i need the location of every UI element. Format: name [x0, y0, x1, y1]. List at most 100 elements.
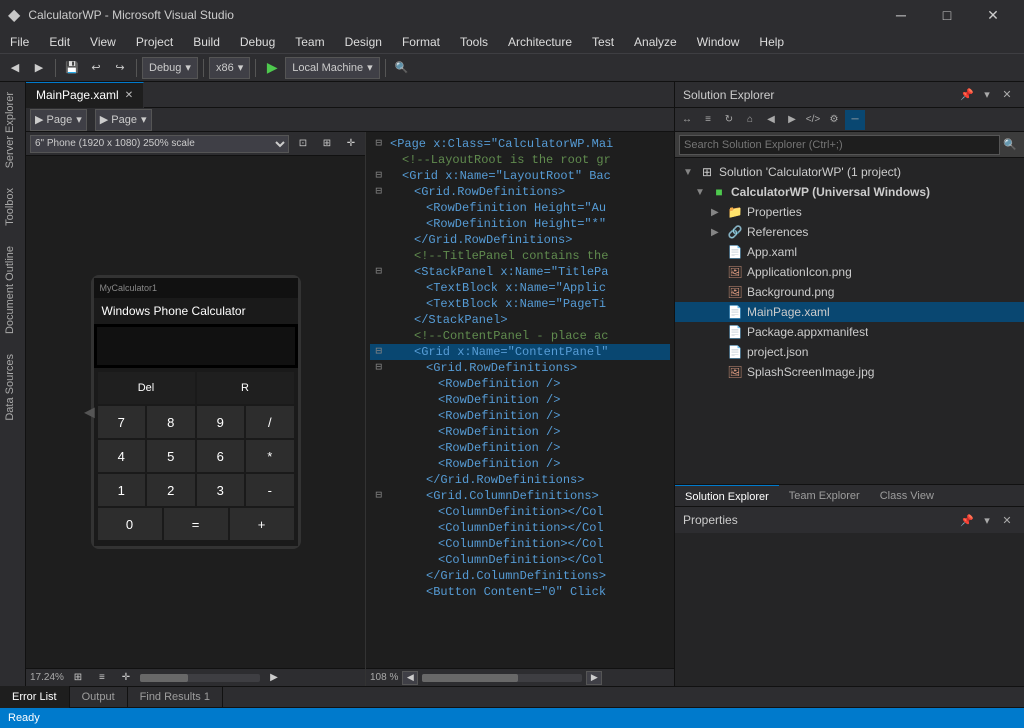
error-list-tab[interactable]: Error List — [0, 686, 70, 708]
phone-4-button[interactable]: 4 — [98, 440, 146, 472]
se-back-btn[interactable]: ◀ — [761, 110, 781, 130]
design-grid-view-btn[interactable]: ⊞ — [68, 668, 88, 687]
se-collapse-btn[interactable]: ─ — [845, 110, 865, 130]
menu-edit[interactable]: Edit — [39, 30, 80, 54]
phone-equals-button[interactable]: = — [164, 508, 228, 540]
phone-5-button[interactable]: 5 — [147, 440, 195, 472]
data-sources-tab[interactable]: Data Sources — [0, 344, 25, 431]
phone-7-button[interactable]: 7 — [98, 406, 146, 438]
minimize-button[interactable]: ─ — [878, 0, 924, 30]
se-search-icon[interactable]: 🔍 — [1000, 135, 1020, 155]
se-fwd-btn[interactable]: ▶ — [782, 110, 802, 130]
xml-editor[interactable]: ⊟ <Page x:Class="CalculatorWP.Mai <!--La… — [366, 132, 674, 668]
phone-3-button[interactable]: 3 — [197, 474, 245, 506]
se-tab-class-view[interactable]: Class View — [870, 485, 944, 507]
se-properties-btn[interactable]: ≡ — [698, 110, 718, 130]
toolbar-undo-btn[interactable]: ↩ — [85, 57, 107, 79]
se-search-input[interactable] — [679, 135, 1000, 155]
xml-scroll-track[interactable] — [422, 674, 582, 682]
menu-tools[interactable]: Tools — [450, 30, 498, 54]
output-tab[interactable]: Output — [70, 686, 128, 708]
se-tab-team-explorer[interactable]: Team Explorer — [779, 485, 870, 507]
se-splashscreen-item[interactable]: 🖼 SplashScreenImage.jpg — [675, 362, 1024, 382]
menu-format[interactable]: Format — [392, 30, 450, 54]
menu-window[interactable]: Window — [687, 30, 750, 54]
menu-design[interactable]: Design — [335, 30, 392, 54]
menu-debug[interactable]: Debug — [230, 30, 285, 54]
document-outline-tab[interactable]: Document Outline — [0, 236, 25, 344]
design-scroll-track[interactable] — [140, 674, 260, 682]
phone-plus-button[interactable]: + — [230, 508, 294, 540]
close-button[interactable]: ✕ — [970, 0, 1016, 30]
design-list-view-btn[interactable]: ≡ — [92, 668, 112, 687]
phone-9-button[interactable]: 9 — [197, 406, 245, 438]
mainpage-xaml-tab[interactable]: MainPage.xaml ✕ — [26, 82, 144, 108]
maximize-button[interactable]: □ — [924, 0, 970, 30]
menu-build[interactable]: Build — [183, 30, 230, 54]
design-scroll-right-btn[interactable]: ▶ — [264, 668, 284, 687]
design-snap-btn[interactable]: ✛ — [341, 134, 361, 154]
phone-divide-button[interactable]: / — [246, 406, 294, 438]
design-crosshair-btn[interactable]: ✛ — [116, 668, 136, 687]
toolbar-save-btn[interactable]: 💾 — [61, 57, 83, 79]
props-dropdown-btn[interactable]: ▾ — [978, 511, 996, 529]
se-mainpage-item[interactable]: 📄 MainPage.xaml — [675, 302, 1024, 322]
menu-team[interactable]: Team — [285, 30, 334, 54]
menu-help[interactable]: Help — [749, 30, 794, 54]
se-references-item[interactable]: ▶ 🔗 References — [675, 222, 1024, 242]
menu-file[interactable]: File — [0, 30, 39, 54]
se-tab-solution-explorer[interactable]: Solution Explorer — [675, 485, 779, 507]
design-grid-btn[interactable]: ⊞ — [317, 134, 337, 154]
se-project-item[interactable]: ▼ ■ CalculatorWP (Universal Windows) — [675, 182, 1024, 202]
menu-view[interactable]: View — [80, 30, 126, 54]
start-debug-button[interactable]: ▶ — [261, 57, 283, 79]
se-refresh-btn[interactable]: ↻ — [719, 110, 739, 130]
menu-test[interactable]: Test — [582, 30, 624, 54]
props-close-btn[interactable]: ✕ — [998, 511, 1016, 529]
design-fit-btn[interactable]: ⊡ — [293, 134, 313, 154]
toolbar-redo-btn[interactable]: ↪ — [109, 57, 131, 79]
toolbar-fwd-btn[interactable]: ▶ — [28, 57, 50, 79]
se-manifest-item[interactable]: 📄 Package.appxmanifest — [675, 322, 1024, 342]
find-results-tab[interactable]: Find Results 1 — [128, 686, 223, 708]
menu-analyze[interactable]: Analyze — [624, 30, 687, 54]
se-appxaml-item[interactable]: 📄 App.xaml — [675, 242, 1024, 262]
menu-project[interactable]: Project — [126, 30, 183, 54]
se-code-btn[interactable]: </> — [803, 110, 823, 130]
phone-del-button[interactable]: Del — [98, 372, 195, 404]
phone-0-button[interactable]: 0 — [98, 508, 162, 540]
phone-minus-button[interactable]: - — [246, 474, 294, 506]
phone-2-button[interactable]: 2 — [147, 474, 195, 506]
xml-zoom-up-btn[interactable]: ▶ — [586, 671, 602, 685]
se-close-btn[interactable]: ✕ — [998, 86, 1016, 104]
server-explorer-tab[interactable]: Server Explorer — [0, 82, 25, 178]
page-dropdown[interactable]: ▶ Page▾ — [30, 109, 87, 131]
menu-architecture[interactable]: Architecture — [498, 30, 582, 54]
scale-selector[interactable]: 6" Phone (1920 x 1080) 250% scale — [30, 135, 289, 153]
se-appicon-item[interactable]: 🖼 ApplicationIcon.png — [675, 262, 1024, 282]
toolbox-tab[interactable]: Toolbox — [0, 178, 25, 236]
debug-config-dropdown[interactable]: Debug ▾ — [142, 57, 198, 79]
platform-dropdown[interactable]: x86 ▾ — [209, 57, 250, 79]
se-settings-btn[interactable]: ⚙ — [824, 110, 844, 130]
se-pin-btn[interactable]: 📌 — [958, 86, 976, 104]
tab-close-icon[interactable]: ✕ — [125, 90, 133, 101]
target-dropdown[interactable]: Local Machine ▾ — [285, 57, 379, 79]
se-solution-item[interactable]: ▼ ⊞ Solution 'CalculatorWP' (1 project) — [675, 162, 1024, 182]
se-projectjson-item[interactable]: 📄 project.json — [675, 342, 1024, 362]
se-sync-btn[interactable]: ↔ — [677, 110, 697, 130]
se-bgpng-item[interactable]: 🖼 Background.png — [675, 282, 1024, 302]
se-properties-item[interactable]: ▶ 📁 Properties — [675, 202, 1024, 222]
se-home-btn[interactable]: ⌂ — [740, 110, 760, 130]
xml-zoom-down-btn[interactable]: ◀ — [402, 671, 418, 685]
phone-r-button[interactable]: R — [197, 372, 294, 404]
phone-1-button[interactable]: 1 — [98, 474, 146, 506]
props-pin-btn[interactable]: 📌 — [958, 511, 976, 529]
toolbar-search-btn[interactable]: 🔍 — [391, 57, 413, 79]
page-dropdown-2[interactable]: ▶ Page▾ — [95, 109, 152, 131]
se-dropdown-btn[interactable]: ▾ — [978, 86, 996, 104]
resize-handle-left[interactable]: ◀ — [84, 404, 95, 421]
toolbar-back-btn[interactable]: ◀ — [4, 57, 26, 79]
phone-multiply-button[interactable]: * — [246, 440, 294, 472]
phone-6-button[interactable]: 6 — [197, 440, 245, 472]
